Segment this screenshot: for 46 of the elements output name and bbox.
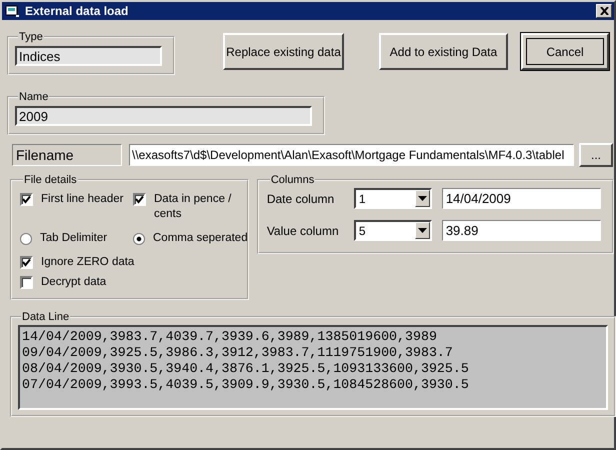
- dialog-button[interactable]: Add to existing Data: [379, 33, 508, 70]
- group-label: File details: [23, 174, 78, 186]
- checkbox[interactable]: [20, 276, 33, 289]
- window-icon: [5, 4, 21, 18]
- close-icon: [600, 7, 608, 15]
- data-line-text: 08/04/2009,3930.5,3940.4,3876.1,3925.5,1093133600,3925.5: [22, 361, 470, 377]
- field-label: Value column: [266, 224, 340, 238]
- column-dropdown[interactable]: 5: [354, 220, 432, 241]
- column-dropdown[interactable]: 1: [354, 188, 432, 209]
- option-label: Data in pence / cents: [154, 192, 232, 222]
- option-label: First line header: [41, 192, 124, 207]
- option-label: Tab Delimiter: [40, 231, 108, 246]
- field-label: Date column: [266, 192, 336, 206]
- caret-icon: [418, 228, 427, 233]
- option-label: Ignore ZERO data: [41, 255, 134, 270]
- type-field: Indices: [15, 46, 162, 66]
- group-label: Columns: [270, 174, 316, 186]
- filename-label: Filename: [12, 144, 122, 166]
- dropdown-button[interactable]: [414, 190, 430, 207]
- dialog-button[interactable]: Replace existing data: [223, 33, 344, 70]
- name-field: 2009: [15, 106, 312, 126]
- window-title: External data load: [25, 4, 130, 18]
- check-icon: [22, 258, 31, 267]
- group-label: Name: [18, 91, 50, 103]
- radio-button[interactable]: [20, 232, 32, 244]
- option-label: Comma seperated: [153, 231, 248, 246]
- group-label: Type: [18, 31, 44, 43]
- group-label: Data Line: [21, 311, 70, 323]
- checkbox[interactable]: [20, 256, 33, 269]
- checkbox[interactable]: [133, 193, 146, 206]
- filename-field[interactable]: \\exasofts7\d$\Development\Alan\Exasoft\Mortgage Fundamentals\MF4.0.3\tablel: [129, 144, 574, 166]
- value-field[interactable]: 14/04/2009: [442, 188, 601, 209]
- check-icon: [135, 195, 144, 204]
- data-line-text: 14/04/2009,3983.7,4039.7,3939.6,3989,1385019600,3989: [22, 329, 438, 345]
- data-line-text: 09/04/2009,3925.5,3986.3,3912,3983.7,1119751900,3983.7: [22, 345, 454, 361]
- data-line-text: 07/04/2009,3993.5,4039.5,3909.9,3930.5,1084528600,3930.5: [22, 377, 470, 393]
- value-field[interactable]: 39.89: [442, 220, 601, 241]
- caret-icon: [418, 196, 427, 201]
- dropdown-button[interactable]: [414, 222, 430, 239]
- radio-button[interactable]: [133, 232, 145, 244]
- close-button[interactable]: [596, 4, 612, 18]
- option-label: Decrypt data: [41, 275, 106, 290]
- checkbox[interactable]: [20, 193, 33, 206]
- dialog-button[interactable]: Cancel: [521, 33, 609, 70]
- check-icon: [22, 195, 31, 204]
- browse-button[interactable]: ...: [579, 143, 613, 167]
